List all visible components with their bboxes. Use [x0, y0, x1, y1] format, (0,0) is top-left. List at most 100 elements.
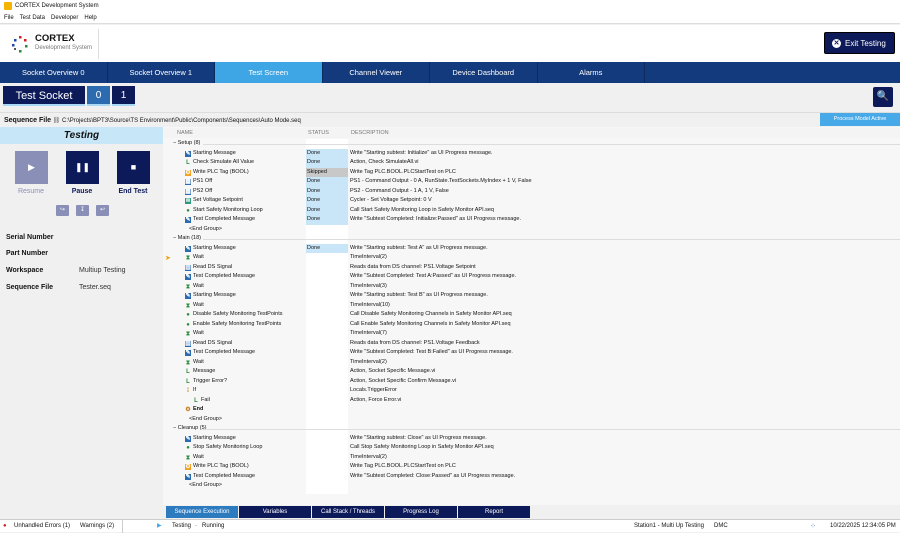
- step-description: Write "Subtest Completed: Close:Passed" …: [350, 472, 516, 479]
- step-status: Done: [306, 243, 348, 253]
- tab-variables[interactable]: Variables: [239, 506, 311, 518]
- table-row[interactable]: ● Enable Safety Monitoring TestPoints Call…: [163, 320, 900, 330]
- tab-test-screen[interactable]: Test Screen: [215, 62, 323, 83]
- sequence-file-info-value: Tester.seq: [79, 284, 111, 291]
- menu-developer[interactable]: Developer: [51, 12, 78, 23]
- step-name: ● Enable Safety Monitoring TestPoints: [186, 320, 282, 328]
- tab-socket-overview-1[interactable]: Socket Overview 1: [108, 62, 215, 83]
- table-row[interactable]: L Trigger Error? Action, Socket Specific C…: [163, 377, 900, 387]
- table-row[interactable]: ✎ Starting Message Write "Starting subtest…: [163, 434, 900, 444]
- datetime: 10/22/2025 12:34:05 PM: [830, 523, 896, 529]
- table-row[interactable]: ≋ Set Voltage Setpoint Done Cycler - Set Vo…: [163, 196, 900, 206]
- tab-alarms[interactable]: Alarms: [538, 62, 645, 83]
- exit-testing-button[interactable]: ✕ Exit Testing: [824, 32, 895, 54]
- step-into-button[interactable]: ↧: [76, 205, 89, 216]
- message-step-icon: ✎: [185, 245, 191, 252]
- table-row[interactable]: ● Stop Safety Monitoring Loop Call Stop Sa…: [163, 443, 900, 453]
- table-row[interactable]: L Fail Action, Force Error.vi: [163, 396, 900, 406]
- table-row[interactable]: ▦ PS1 Off Done PS1 - Command Output - 0 A, …: [163, 177, 900, 187]
- step-name: L Check Simulate All Value: [186, 159, 255, 166]
- safety-step-icon: ●: [186, 312, 190, 318]
- step-out-icon: ↩: [99, 207, 106, 213]
- group-header[interactable]: − Main (18): [163, 234, 900, 244]
- workspace-label: Workspace: [6, 267, 44, 274]
- step-out-button[interactable]: ↩: [96, 205, 109, 216]
- read-step-icon: ▤: [185, 340, 191, 347]
- table-row[interactable]: ⧗ Wait TimeInterval(2): [163, 253, 900, 263]
- table-row[interactable]: L Message Action, Socket Specific Message.…: [163, 367, 900, 377]
- search-document-button[interactable]: 🔍: [873, 87, 893, 107]
- table-row[interactable]: ▤ Read DS Signal Reads data from DS channe…: [163, 263, 900, 273]
- wait-step-icon: ⧗: [185, 331, 191, 337]
- if-step-icon: ⁞: [187, 388, 189, 394]
- step-status: Done: [306, 186, 348, 196]
- step-name: ● Start Safety Monitoring Loop: [186, 206, 263, 214]
- column-status[interactable]: STATUS: [308, 130, 329, 136]
- table-row[interactable]: ● Disable Safety Monitoring TestPoints Cal…: [163, 310, 900, 320]
- tab-channel-viewer[interactable]: Channel Viewer: [323, 62, 430, 83]
- table-row[interactable]: ✎ Starting Message Done Write "Starting sub…: [163, 148, 900, 158]
- step-name: ⧗ Wait: [185, 282, 204, 290]
- table-row[interactable]: ⚙ Write PLC Tag (BOOL) Write Tag PLC.BOOL.…: [163, 462, 900, 472]
- socket-1-button[interactable]: 1: [112, 86, 135, 106]
- end-group-row[interactable]: <End Group>: [163, 415, 900, 425]
- socket-0-button[interactable]: 0: [87, 86, 110, 106]
- resume-button[interactable]: ▶: [15, 151, 48, 184]
- table-row[interactable]: ⧗ Wait TimeInterval(3): [163, 282, 900, 292]
- table-row[interactable]: ⧗ Wait TimeInterval(2): [163, 358, 900, 368]
- step-name: ▦ PS1 Off: [185, 178, 213, 185]
- end-group-row[interactable]: <End Group>: [163, 225, 900, 235]
- table-row[interactable]: ⚙ End: [163, 405, 900, 415]
- table-row[interactable]: ✎ Test Completed Message Write "Subtest Co…: [163, 472, 900, 482]
- menu-test-data[interactable]: Test Data: [20, 12, 45, 23]
- step-over-button[interactable]: ↪: [56, 205, 69, 216]
- tab-device-dashboard[interactable]: Device Dashboard: [430, 62, 538, 83]
- table-row[interactable]: ⧗ Wait TimeInterval(10): [163, 301, 900, 311]
- step-name: ▤ Read DS Signal: [185, 263, 233, 271]
- table-row[interactable]: ⚙ Write PLC Tag (BOOL) Skipped Write Tag PL…: [163, 167, 900, 177]
- column-description[interactable]: DESCRIPTION: [351, 130, 389, 136]
- main-nav: Socket Overview 0 Socket Overview 1 Test…: [0, 62, 900, 83]
- wait-step-icon: ⧗: [185, 302, 191, 309]
- step-name: ● Stop Safety Monitoring Loop: [186, 444, 263, 451]
- group-header[interactable]: − Cleanup (5): [163, 424, 900, 434]
- pause-button[interactable]: ❚❚: [66, 151, 99, 184]
- step-name: ⧗ Wait: [185, 254, 204, 261]
- play-icon: ▶: [28, 162, 35, 172]
- step-name: ⧗ Wait: [185, 330, 204, 337]
- table-row[interactable]: ✎ Test Completed Message Write "Subtest Co…: [163, 272, 900, 282]
- tab-socket-overview-0[interactable]: Socket Overview 0: [0, 62, 108, 83]
- end-group-row[interactable]: <End Group>: [163, 481, 900, 491]
- pause-icon: ❚❚: [74, 162, 91, 172]
- table-row[interactable]: ⧗ Wait TimeInterval(2): [163, 453, 900, 463]
- table-row[interactable]: ✎ Test Completed Message Write "Subtest Co…: [163, 348, 900, 358]
- table-row[interactable]: ✎ Starting Message Write "Starting subtest…: [163, 291, 900, 301]
- column-name[interactable]: NAME: [177, 130, 193, 136]
- menu-file[interactable]: File: [4, 12, 14, 23]
- tab-progress-log[interactable]: Progress Log: [385, 506, 457, 518]
- table-row[interactable]: ▤ Read DS Signal Reads data from DS channe…: [163, 339, 900, 349]
- table-row[interactable]: ✎ Test Completed Message Done Write "Subtes…: [163, 215, 900, 225]
- table-row[interactable]: L Check Simulate All Value Done Action, Che…: [163, 158, 900, 168]
- wait-step-icon: ⧗: [185, 359, 191, 366]
- unhandled-errors[interactable]: Unhandled Errors (1): [14, 520, 70, 533]
- tab-report[interactable]: Report: [458, 506, 530, 518]
- sequence-file-label: Sequence File: [4, 117, 52, 124]
- resume-label: Resume: [17, 188, 45, 195]
- step-description: Action, Force Error.vi: [350, 396, 402, 403]
- table-row[interactable]: ▦ PS2 Off Done PS2 - Command Output - 1 A, …: [163, 186, 900, 196]
- table-row[interactable]: ● Start Safety Monitoring Loop Done Call St…: [163, 205, 900, 215]
- tab-sequence-execution[interactable]: Sequence Execution: [166, 506, 238, 518]
- end-test-button[interactable]: ■: [117, 151, 150, 184]
- table-row[interactable]: ⁞ If Locals.TriggerError: [163, 386, 900, 396]
- step-description: Reads data from DS channel: PS1.Voltage …: [350, 339, 480, 346]
- table-row[interactable]: ✎ Starting Message Done Write "Starting sub…: [163, 243, 900, 253]
- menu-help[interactable]: Help: [84, 12, 96, 23]
- step-description: TimeInterval(2): [350, 453, 387, 460]
- warnings[interactable]: Warnings (2): [80, 520, 114, 533]
- message-step-icon: ✎: [185, 350, 191, 356]
- table-row[interactable]: ⧗ Wait TimeInterval(7): [163, 329, 900, 339]
- step-description: Call Disable Safety Monitoring Channels …: [350, 311, 512, 317]
- tab-call-stack[interactable]: Call Stack / Threads: [312, 506, 384, 518]
- group-header[interactable]: − Setup (8): [163, 139, 900, 149]
